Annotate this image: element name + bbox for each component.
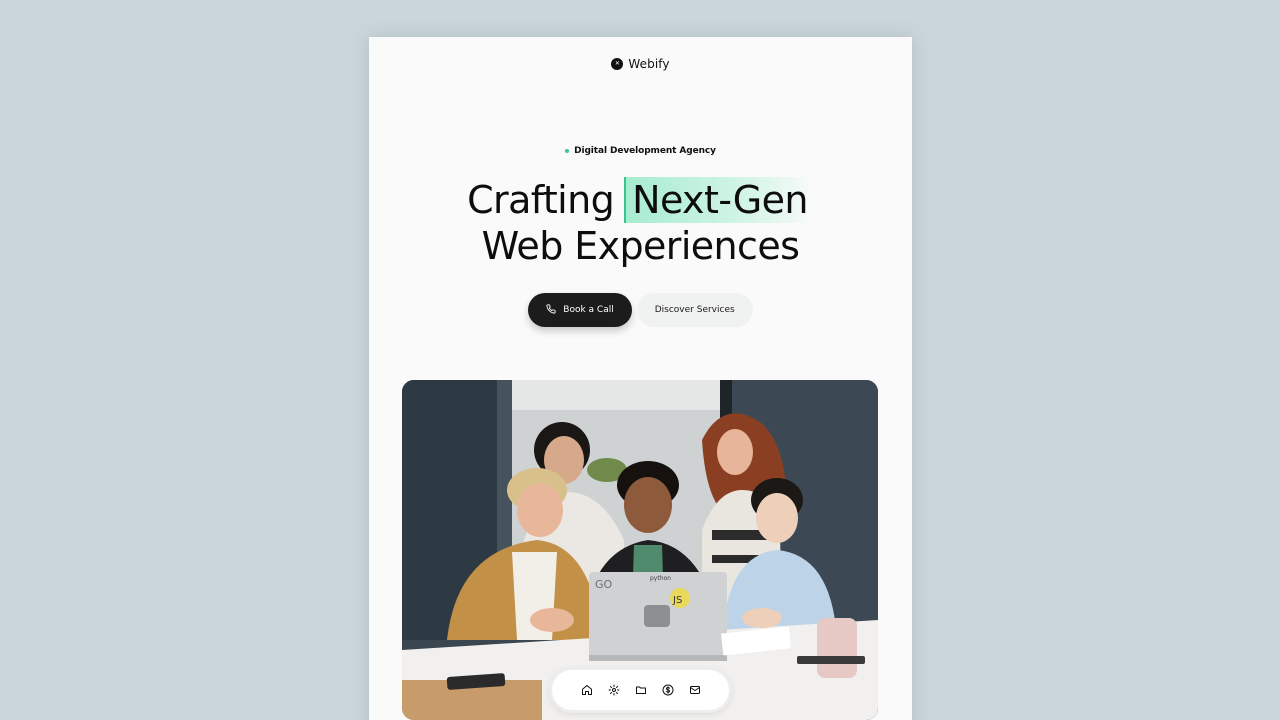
mail-icon[interactable] [689,684,701,696]
tagline-dot-icon [565,149,570,153]
landing-page: ✕ Webify Digital Development Agency Craf… [369,37,912,720]
discover-services-label: Discover Services [654,305,735,315]
sticker-go: GO [595,578,613,591]
home-icon[interactable] [581,684,593,696]
dollar-icon[interactable] [662,684,674,696]
page-title: Crafting Next-Gen Web Experiences [369,177,912,269]
tagline-text: Digital Development Agency [574,146,716,156]
bottom-dock-nav [549,667,732,713]
folder-icon[interactable] [635,684,647,696]
sticker-python: python [650,575,671,582]
book-call-label: Book a Call [563,305,614,315]
headline-highlight: Next-Gen [624,177,814,223]
discover-services-button[interactable]: Discover Services [636,293,753,327]
headline-line2: Web Experiences [481,224,800,268]
brand-logo[interactable]: ✕ Webify [369,57,912,71]
book-call-button[interactable]: Book a Call [528,293,632,327]
sticker-js: JS [672,595,682,606]
logo-mark-icon: ✕ [611,58,624,70]
headline-prefix: Crafting [467,178,615,222]
tagline: Digital Development Agency [369,146,912,156]
gear-icon[interactable] [608,684,620,696]
cta-group: Book a Call Discover Services [369,293,912,327]
brand-name: Webify [628,57,670,71]
phone-icon [546,303,556,317]
